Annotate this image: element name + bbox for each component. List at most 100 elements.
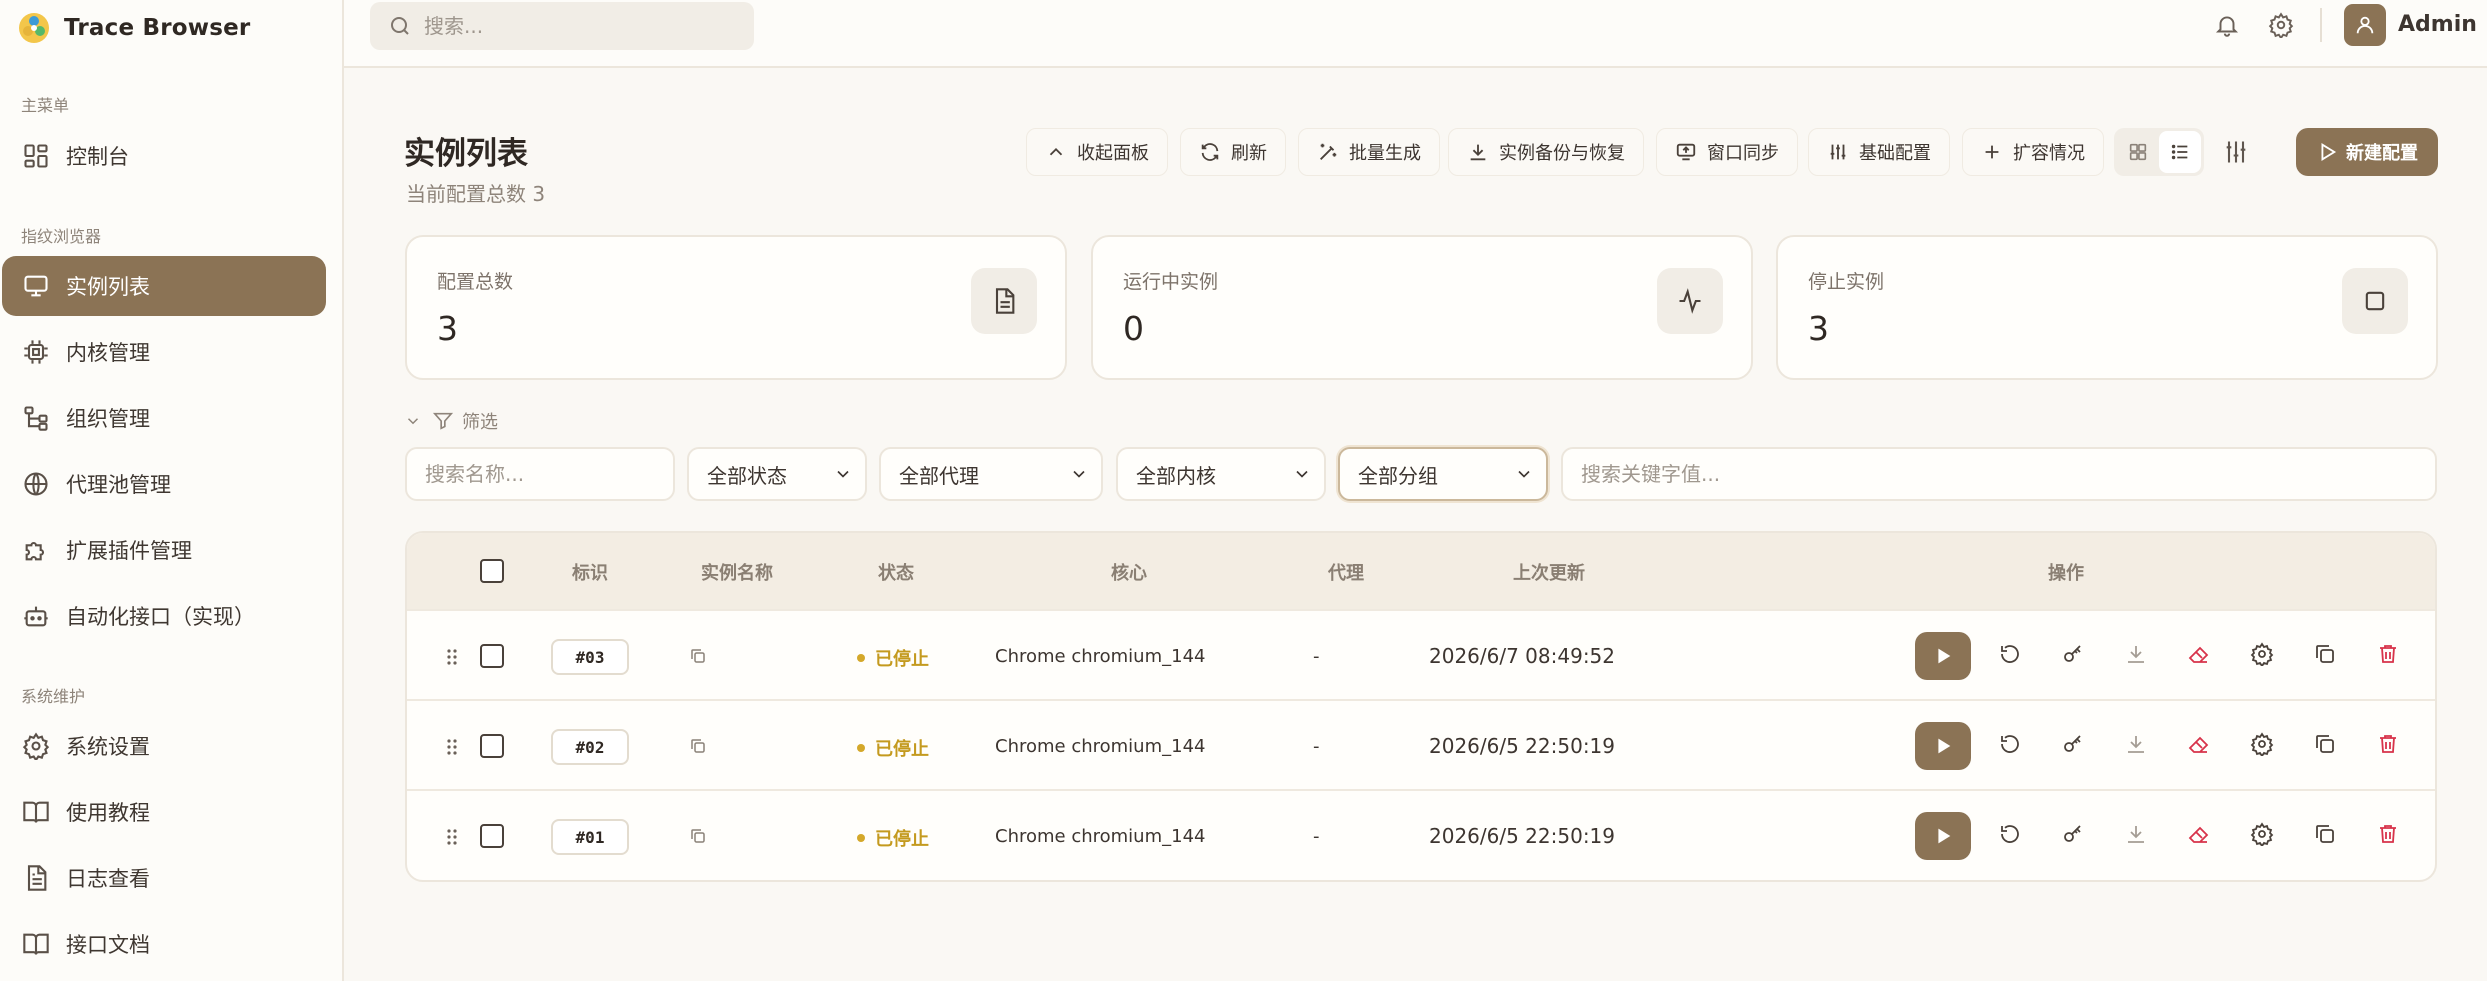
org-tree-icon (22, 404, 50, 432)
gear-icon[interactable] (2250, 732, 2276, 758)
keyword-search-input[interactable] (1581, 462, 2417, 486)
core-select[interactable]: 全部内核 (1116, 447, 1326, 501)
sidebar-item-settings[interactable]: 系统设置 (2, 716, 326, 776)
sidebar-item-proxy-pool[interactable]: 代理池管理 (2, 454, 326, 514)
download-icon[interactable] (2124, 732, 2150, 758)
drag-handle-icon[interactable] (443, 645, 461, 669)
name-filter[interactable] (405, 447, 675, 501)
sidebar-item-label: 控制台 (66, 145, 129, 169)
trash-icon[interactable] (2376, 732, 2402, 758)
book-icon (22, 930, 50, 958)
sidebar-item-logs[interactable]: 日志查看 (2, 848, 326, 908)
key-icon[interactable] (2061, 822, 2087, 848)
name-search-input[interactable] (425, 462, 655, 486)
stat-value: 3 (437, 309, 458, 348)
eraser-icon[interactable] (2187, 822, 2213, 848)
sidebar-item-extensions[interactable]: 扩展插件管理 (2, 520, 326, 580)
header-actions: 操作 (2048, 563, 2084, 584)
sidebar-item-label: 组织管理 (66, 407, 150, 431)
collapse-panel-button[interactable]: 收起面板 (1026, 128, 1168, 176)
proxy-cell: - (1313, 826, 1320, 847)
download-icon[interactable] (2124, 822, 2150, 848)
row-checkbox[interactable] (480, 644, 504, 668)
start-button[interactable] (1915, 812, 1971, 860)
window-sync-button[interactable]: 窗口同步 (1656, 128, 1798, 176)
button-label: 批量生成 (1349, 143, 1421, 164)
capacity-button[interactable]: 扩容情况 (1962, 128, 2104, 176)
trash-icon[interactable] (2376, 822, 2402, 848)
select-all-checkbox[interactable] (480, 559, 504, 583)
avatar[interactable] (2344, 4, 2386, 46)
core-cell: Chrome chromium_144 (995, 826, 1206, 847)
group-select[interactable]: 全部分组 (1338, 447, 1548, 501)
table-row[interactable]: #02 已停止 Chrome chromium_144 - 2026/6/5 2… (407, 699, 2435, 789)
header-id: 标识 (572, 563, 608, 584)
search-input[interactable] (424, 14, 724, 38)
magic-wand-icon (1320, 143, 1337, 160)
reset-icon[interactable] (1998, 732, 2024, 758)
sidebar-item-cores[interactable]: 内核管理 (2, 322, 326, 382)
key-icon[interactable] (2061, 732, 2087, 758)
column-settings-icon[interactable] (2222, 138, 2250, 166)
new-config-button[interactable]: 新建配置 (2296, 128, 2438, 176)
download-icon[interactable] (2124, 642, 2150, 668)
sidebar-item-dashboard[interactable]: 控制台 (2, 126, 326, 186)
sidebar-item-label: 日志查看 (66, 867, 150, 891)
refresh-button[interactable]: 刷新 (1180, 128, 1286, 176)
drag-handle-icon[interactable] (443, 825, 461, 849)
keyword-filter[interactable] (1561, 447, 2437, 501)
play-icon (1938, 828, 1951, 844)
header-core: 核心 (1111, 563, 1147, 584)
table-row[interactable]: #01 已停止 Chrome chromium_144 - 2026/6/5 2… (407, 789, 2435, 879)
refresh-icon (1201, 143, 1219, 161)
header-updated: 上次更新 (1513, 563, 1585, 584)
sidebar-item-instances[interactable]: 实例列表 (2, 256, 326, 316)
global-search[interactable] (370, 2, 754, 50)
reset-icon[interactable] (1998, 642, 2024, 668)
section-title-main: 主菜单 (21, 96, 70, 115)
key-icon[interactable] (2061, 642, 2087, 668)
batch-generate-button[interactable]: 批量生成 (1298, 128, 1440, 176)
book-icon (22, 798, 50, 826)
stat-card-total: 配置总数 3 (405, 235, 1067, 380)
sidebar-item-automation[interactable]: 自动化接口（实现） (2, 586, 326, 646)
reset-icon[interactable] (1998, 822, 2024, 848)
duplicate-icon[interactable] (2313, 822, 2339, 848)
status-select[interactable]: 全部状态 (687, 447, 867, 501)
user-name[interactable]: Admin (2398, 12, 2477, 37)
table-row[interactable]: #03 已停止 Chrome chromium_144 - 2026/6/7 0… (407, 609, 2435, 699)
copy-icon[interactable] (689, 827, 707, 845)
sidebar-item-tutorial[interactable]: 使用教程 (2, 782, 326, 842)
brand[interactable]: Trace Browser (18, 10, 250, 46)
topbar: Admin (344, 0, 2487, 68)
duplicate-icon[interactable] (2313, 642, 2339, 668)
grid-view-button[interactable] (2117, 131, 2159, 173)
list-view-button[interactable] (2159, 131, 2201, 173)
basic-config-button[interactable]: 基础配置 (1808, 128, 1950, 176)
filter-toggle[interactable]: 筛选 (404, 408, 498, 434)
bell-icon[interactable] (2214, 12, 2240, 38)
sidebar-item-label: 代理池管理 (66, 473, 171, 497)
app-logo-icon (19, 13, 49, 43)
sidebar-item-label: 自动化接口（实现） (66, 605, 255, 629)
copy-icon[interactable] (689, 647, 707, 665)
instance-id-tag: #02 (551, 729, 629, 765)
sidebar-item-api-docs[interactable]: 接口文档 (2, 914, 326, 974)
start-button[interactable] (1915, 632, 1971, 680)
gear-icon[interactable] (2250, 822, 2276, 848)
eraser-icon[interactable] (2187, 732, 2213, 758)
duplicate-icon[interactable] (2313, 732, 2339, 758)
trash-icon[interactable] (2376, 642, 2402, 668)
gear-icon[interactable] (2268, 12, 2294, 38)
row-checkbox[interactable] (480, 734, 504, 758)
row-checkbox[interactable] (480, 824, 504, 848)
proxy-select[interactable]: 全部代理 (879, 447, 1103, 501)
drag-handle-icon[interactable] (443, 735, 461, 759)
start-button[interactable] (1915, 722, 1971, 770)
sidebar-item-org[interactable]: 组织管理 (2, 388, 326, 448)
copy-icon[interactable] (689, 737, 707, 755)
eraser-icon[interactable] (2187, 642, 2213, 668)
stat-label: 配置总数 (437, 271, 514, 293)
backup-restore-button[interactable]: 实例备份与恢复 (1448, 128, 1644, 176)
gear-icon[interactable] (2250, 642, 2276, 668)
